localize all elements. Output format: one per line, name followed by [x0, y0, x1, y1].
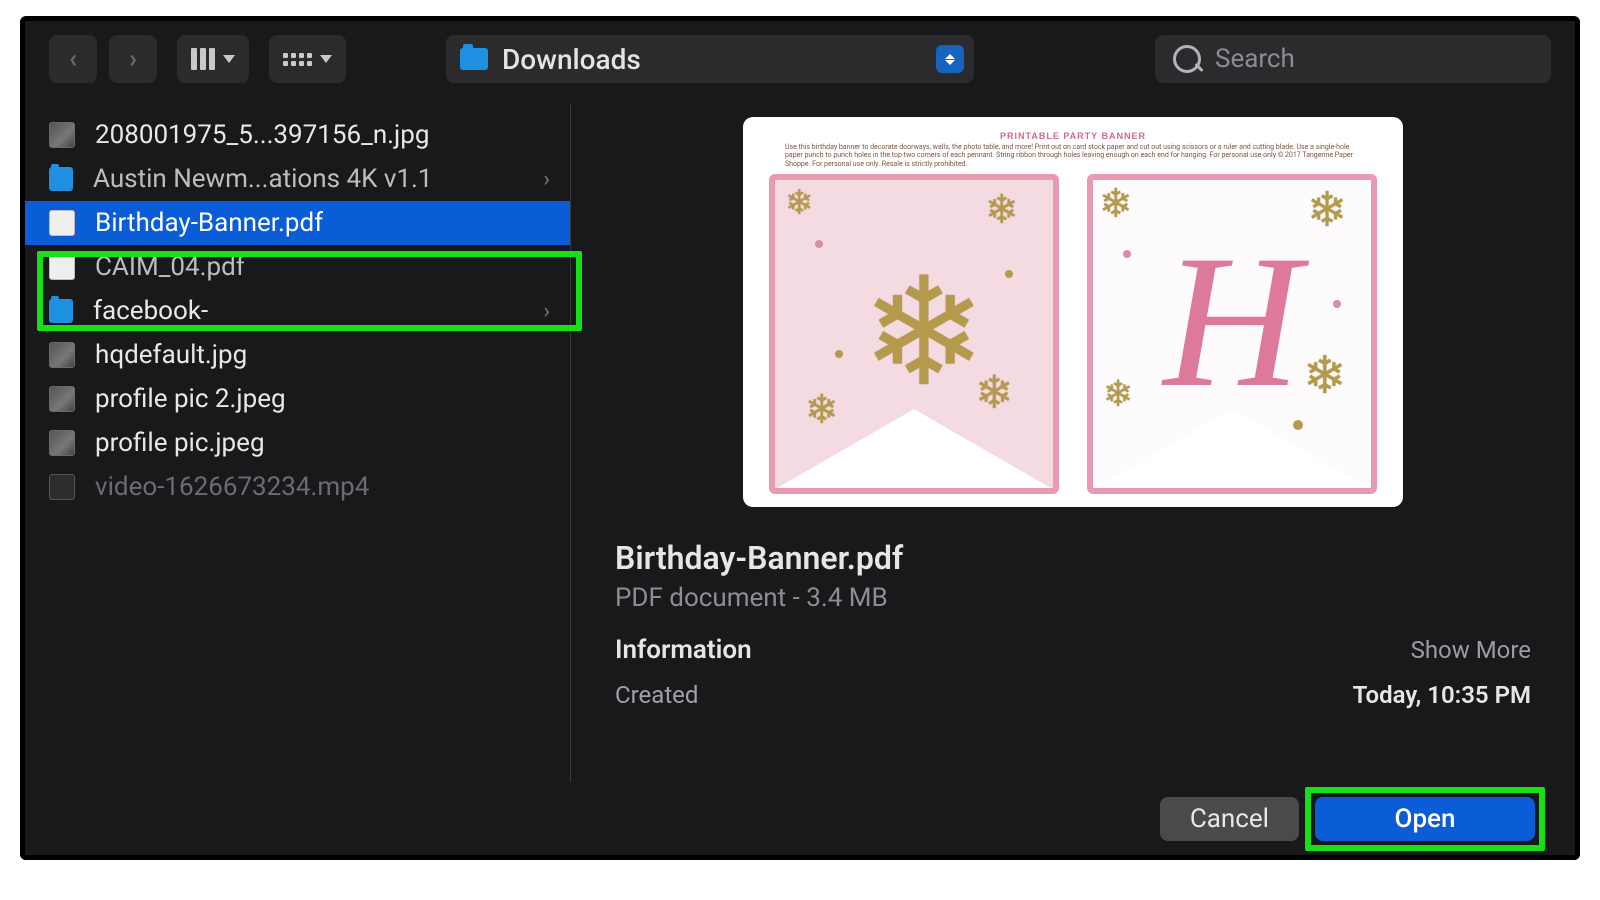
file-name-label: facebook- — [93, 296, 208, 326]
preview-filetype: PDF document - 3.4 MB — [615, 583, 1531, 613]
file-name-label: profile pic.jpeg — [95, 428, 265, 458]
nav-forward-button[interactable]: › — [109, 35, 157, 83]
cancel-button[interactable]: Cancel — [1160, 797, 1299, 841]
chevron-down-icon — [223, 55, 235, 63]
file-name-label: profile pic 2.jpeg — [95, 384, 286, 414]
search-icon — [1173, 45, 1201, 73]
chevron-right-icon: › — [543, 167, 550, 192]
pdf-icon — [49, 210, 75, 236]
view-grid-button[interactable] — [269, 35, 346, 83]
file-name-label: hqdefault.jpg — [95, 340, 247, 370]
toolbar: ‹ › Downloads Search — [25, 21, 1575, 103]
pdf-icon — [49, 254, 75, 280]
view-columns-button[interactable] — [177, 35, 249, 83]
up-down-arrows-icon — [936, 45, 964, 73]
chevron-right-icon: › — [543, 299, 550, 324]
file-list[interactable]: 208001975_5...397156_n.jpg Austin Newm...… — [25, 103, 571, 855]
doc-title: PRINTABLE PARTY BANNER — [761, 131, 1385, 141]
nav-back-button[interactable]: ‹ — [49, 35, 97, 83]
preview-panel: PRINTABLE PARTY BANNER Use this birthday… — [571, 103, 1575, 855]
preview-filename: Birthday-Banner.pdf — [615, 539, 1531, 577]
file-row[interactable]: Austin Newm...ations 4K v1.1 › — [25, 157, 570, 201]
file-row[interactable]: Birthday-Banner.pdf — [25, 201, 570, 245]
file-name-label: 208001975_5...397156_n.jpg — [95, 120, 429, 150]
file-open-dialog: ‹ › Downloads Search — [20, 16, 1580, 860]
location-dropdown[interactable]: Downloads — [446, 35, 974, 83]
doc-blurb: Use this birthday banner to decorate doo… — [785, 143, 1361, 168]
file-row[interactable]: profile pic.jpeg — [25, 421, 570, 465]
chevron-down-icon — [320, 55, 332, 63]
dialog-footer: Cancel Open — [20, 782, 1580, 860]
image-icon — [49, 122, 75, 148]
pennant-snowflake: ❄ ❄ ❄ ❄ ❄ — [769, 174, 1059, 494]
folder-icon — [49, 299, 73, 323]
file-name-label: video-1626673234.mp4 — [95, 472, 369, 502]
file-row[interactable]: video-1626673234.mp4 — [25, 465, 570, 509]
letter-h: H — [1163, 265, 1300, 379]
image-icon — [49, 430, 75, 456]
location-label: Downloads — [502, 43, 641, 76]
tutorial-highlight-open: Open — [1305, 787, 1545, 851]
file-row[interactable]: profile pic 2.jpeg — [25, 377, 570, 421]
folder-icon — [49, 167, 73, 191]
info-heading: Information — [615, 635, 752, 665]
file-row[interactable]: hqdefault.jpg — [25, 333, 570, 377]
file-name-label: Austin Newm...ations 4K v1.1 — [93, 164, 433, 194]
file-row[interactable]: facebook- › — [25, 289, 570, 333]
image-icon — [49, 342, 75, 368]
pennant-letter-h: H ❄ ❄ ❄ ❄ — [1087, 174, 1377, 494]
file-name-label: CAIM_04.pdf — [95, 252, 245, 282]
created-value: Today, 10:35 PM — [1353, 681, 1531, 709]
search-placeholder: Search — [1215, 44, 1295, 74]
columns-icon — [191, 48, 215, 70]
search-input[interactable]: Search — [1155, 35, 1551, 83]
file-name-label: Birthday-Banner.pdf — [95, 208, 323, 238]
file-row[interactable]: CAIM_04.pdf — [25, 245, 570, 289]
folder-icon — [460, 48, 488, 70]
video-icon — [49, 474, 75, 500]
preview-thumbnail: PRINTABLE PARTY BANNER Use this birthday… — [743, 117, 1403, 507]
image-icon — [49, 386, 75, 412]
grid-icon — [283, 53, 312, 66]
open-button[interactable]: Open — [1315, 797, 1535, 841]
file-row[interactable]: 208001975_5...397156_n.jpg — [25, 113, 570, 157]
created-label: Created — [615, 681, 698, 709]
show-more-link[interactable]: Show More — [1411, 636, 1531, 664]
